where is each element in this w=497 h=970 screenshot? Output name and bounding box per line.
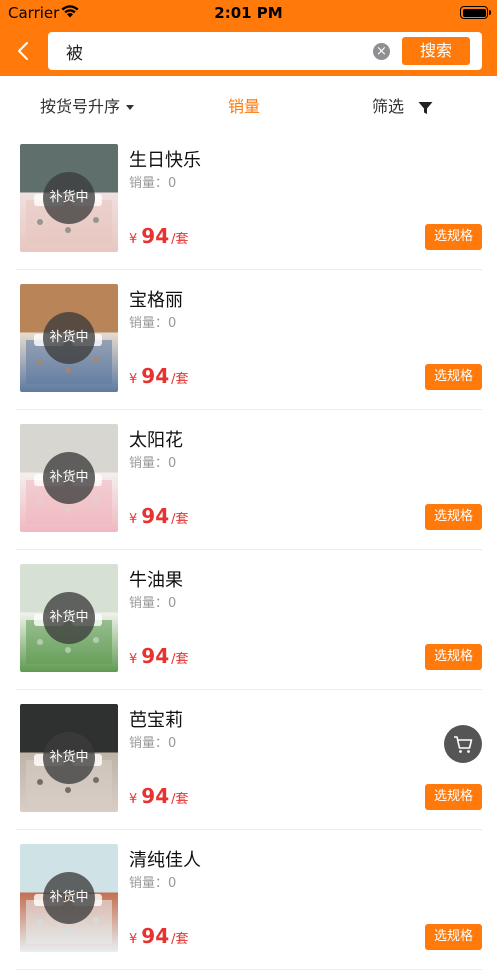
search-input[interactable] — [66, 32, 366, 70]
price-unit: /套 — [171, 652, 189, 667]
nav-bar: × 搜索 — [0, 26, 497, 76]
restock-badge: 补货中 — [43, 452, 95, 504]
product-name[interactable]: 宝格丽 — [129, 286, 183, 312]
caret-down-icon — [126, 105, 135, 110]
product-image[interactable]: 补货中 — [20, 704, 118, 812]
product-name[interactable]: 牛油果 — [129, 566, 183, 592]
currency-symbol: ¥ — [129, 232, 138, 247]
select-spec-button[interactable]: 选规格 — [425, 504, 482, 530]
sort-dropdown[interactable]: 按货号升序 — [40, 93, 135, 117]
select-spec-button[interactable]: 选规格 — [425, 924, 482, 950]
product-sales: 销量：0 — [129, 172, 176, 191]
product-price: ¥94/套 — [129, 644, 189, 668]
select-spec-button[interactable]: 选规格 — [425, 644, 482, 670]
product-image[interactable]: 补货中 — [20, 284, 118, 392]
back-button[interactable] — [8, 34, 40, 68]
product-sales: 销量：0 — [129, 732, 176, 751]
sales-label: 销量： — [129, 316, 169, 331]
price-unit: /套 — [171, 232, 189, 247]
sales-label: 销量： — [129, 596, 169, 611]
filter-bar: 按货号升序 销量 筛选 — [0, 76, 497, 130]
price-unit: /套 — [171, 792, 189, 807]
product-row[interactable]: 补货中 生日快乐 销量：0 ¥94/套 选规格 — [16, 130, 482, 270]
select-spec-button[interactable]: 选规格 — [425, 224, 482, 250]
sales-label: 销量： — [129, 736, 169, 751]
select-spec-button[interactable]: 选规格 — [425, 364, 482, 390]
search-box: × 搜索 — [48, 32, 482, 70]
restock-badge: 补货中 — [43, 872, 95, 924]
product-sales: 销量：0 — [129, 592, 176, 611]
product-image[interactable]: 补货中 — [20, 424, 118, 532]
restock-badge: 补货中 — [43, 172, 95, 224]
sales-sort-tab[interactable]: 销量 — [228, 93, 260, 117]
product-sales: 销量：0 — [129, 312, 176, 331]
product-price: ¥94/套 — [129, 784, 189, 808]
currency-symbol: ¥ — [129, 512, 138, 527]
product-price: ¥94/套 — [129, 504, 189, 528]
product-row[interactable]: 补货中 牛油果 销量：0 ¥94/套 选规格 — [16, 550, 482, 690]
product-price: ¥94/套 — [129, 224, 189, 248]
product-sales: 销量：0 — [129, 872, 176, 891]
sales-count: 0 — [168, 876, 177, 891]
product-row[interactable]: 补货中 芭宝莉 销量：0 ¥94/套 选规格 — [16, 690, 482, 830]
chevron-left-icon — [18, 42, 28, 60]
price-value: 94 — [141, 504, 170, 528]
product-price: ¥94/套 — [129, 924, 189, 948]
product-sales: 销量：0 — [129, 452, 176, 471]
cart-icon — [454, 736, 473, 753]
sales-count: 0 — [168, 736, 177, 751]
sort-label: 按货号升序 — [40, 97, 121, 116]
restock-badge: 补货中 — [43, 312, 95, 364]
product-row[interactable]: 补货中 宝格丽 销量：0 ¥94/套 选规格 — [16, 270, 482, 410]
price-unit: /套 — [171, 512, 189, 527]
product-image[interactable]: 补货中 — [20, 844, 118, 952]
sales-count: 0 — [168, 456, 177, 471]
status-bar: Carrier 2:01 PM — [0, 0, 497, 26]
product-name[interactable]: 太阳花 — [129, 426, 183, 452]
currency-symbol: ¥ — [129, 372, 138, 387]
filter-button[interactable]: 筛选 — [372, 93, 433, 117]
sales-count: 0 — [168, 596, 177, 611]
sales-label: 销量： — [129, 456, 169, 471]
currency-symbol: ¥ — [129, 792, 138, 807]
product-name[interactable]: 生日快乐 — [129, 146, 201, 172]
restock-badge: 补货中 — [43, 732, 95, 784]
product-image[interactable]: 补货中 — [20, 564, 118, 672]
price-value: 94 — [141, 784, 170, 808]
price-value: 94 — [141, 644, 170, 668]
currency-symbol: ¥ — [129, 932, 138, 947]
select-spec-button[interactable]: 选规格 — [425, 784, 482, 810]
product-name[interactable]: 芭宝莉 — [129, 706, 183, 732]
sales-label: 销量： — [129, 176, 169, 191]
clear-circle-icon[interactable]: × — [373, 43, 390, 60]
funnel-icon — [418, 101, 433, 114]
sales-label: 销量： — [129, 876, 169, 891]
sales-count: 0 — [168, 176, 177, 191]
price-unit: /套 — [171, 932, 189, 947]
price-value: 94 — [141, 924, 170, 948]
price-value: 94 — [141, 364, 170, 388]
product-row[interactable]: 补货中 太阳花 销量：0 ¥94/套 选规格 — [16, 410, 482, 550]
battery-icon — [460, 6, 491, 19]
currency-symbol: ¥ — [129, 652, 138, 667]
filter-label: 筛选 — [372, 97, 405, 116]
clock: 2:01 PM — [214, 4, 283, 22]
product-row[interactable]: 补货中 清纯佳人 销量：0 ¥94/套 选规格 — [16, 830, 482, 970]
restock-badge: 补货中 — [43, 592, 95, 644]
price-value: 94 — [141, 224, 170, 248]
sales-count: 0 — [168, 316, 177, 331]
product-name[interactable]: 清纯佳人 — [129, 846, 201, 872]
search-button[interactable]: 搜索 — [402, 37, 470, 65]
price-unit: /套 — [171, 372, 189, 387]
product-price: ¥94/套 — [129, 364, 189, 388]
cart-button[interactable] — [444, 725, 482, 763]
product-image[interactable]: 补货中 — [20, 144, 118, 252]
